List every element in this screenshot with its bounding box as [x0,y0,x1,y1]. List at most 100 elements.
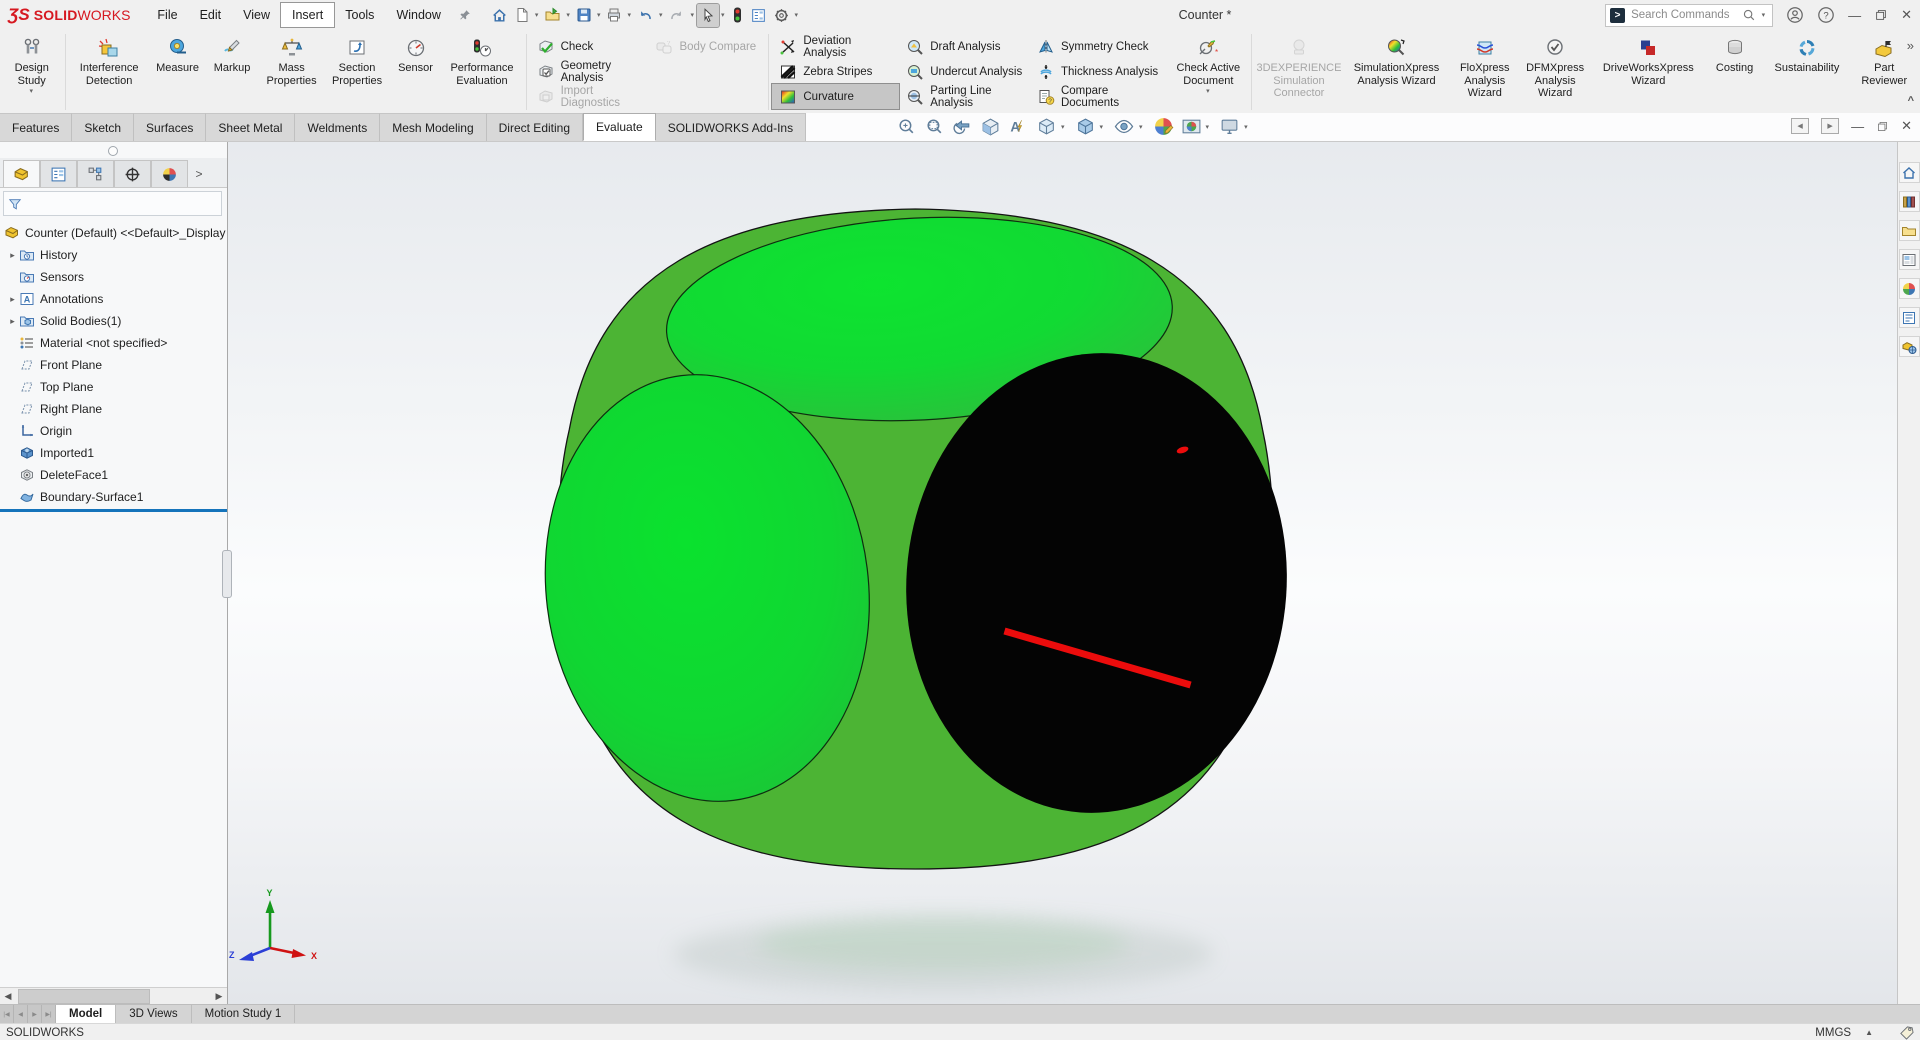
tab-direct-editing[interactable]: Direct Editing [487,113,583,141]
geometry-analysis-button[interactable]: Geometry Analysis [530,59,649,84]
menu-file[interactable]: File [146,3,188,27]
scrollbar-thumb[interactable] [18,989,150,1004]
interference-detection-button[interactable]: Interference Detection [69,31,148,113]
search-commands-box[interactable]: > ▾ [1605,4,1773,27]
panel-collapse-handle[interactable] [108,146,118,156]
save-button[interactable] [573,4,595,26]
tag-icon[interactable] [1899,1025,1914,1040]
search-input[interactable] [1629,8,1737,22]
minimize-button[interactable]: — [1848,8,1861,23]
tree-item-history[interactable]: ▸ History [0,244,227,266]
pin-menu-icon[interactable] [458,8,472,22]
menu-insert[interactable]: Insert [281,3,334,27]
tree-root[interactable]: Counter (Default) <<Default>_Display [0,222,227,244]
hide-show-items-icon[interactable]: ▾ [1113,116,1146,137]
tab-sketch[interactable]: Sketch [72,113,134,141]
compare-documents-button[interactable]: ? Compare Documents [1030,84,1169,109]
tab-propertymanager[interactable] [40,160,77,187]
expand-arrow-icon[interactable]: ▸ [6,316,19,327]
curvature-button[interactable]: Curvature [772,84,899,109]
display-settings-button[interactable] [747,4,770,27]
expand-arrow-icon[interactable]: ▸ [6,294,19,305]
deviation-analysis-button[interactable]: Deviation Analysis [772,34,899,59]
view-palette-icon[interactable] [1899,249,1920,270]
custom-properties-icon[interactable] [1899,307,1920,328]
graphics-area[interactable]: Y X Z [228,142,1897,1004]
check-active-document-button[interactable]: * Check Active Document ▾ [1170,31,1247,113]
tab-sheet-metal[interactable]: Sheet Metal [206,113,295,141]
apply-scene-dropdown[interactable]: ▾ [1206,123,1210,131]
previous-view-icon[interactable] [952,116,973,137]
performance-evaluation-button[interactable]: Performance Evaluation [442,31,521,113]
check-button[interactable]: Check [530,34,649,59]
tree-item-front-plane[interactable]: Front Plane [0,354,227,376]
expand-arrow-icon[interactable]: ▸ [6,250,19,261]
redo-button[interactable] [665,4,688,26]
tab-motion-study-1[interactable]: Motion Study 1 [192,1005,296,1023]
menu-view[interactable]: View [232,3,281,27]
last-tab-button[interactable]: ▶| [42,1005,56,1023]
tree-item-right-plane[interactable]: Right Plane [0,398,227,420]
close-button[interactable]: ✕ [1901,7,1912,23]
zebra-stripes-button[interactable]: Zebra Stripes [772,59,899,84]
scroll-right-arrow[interactable]: ▶ [211,991,227,1002]
floxpress-wizard-button[interactable]: FloXpress Analysis Wizard [1451,31,1518,113]
parting-line-analysis-button[interactable]: Parting Line Analysis [899,84,1030,109]
tab-evaluate[interactable]: Evaluate [583,113,656,141]
tree-item-top-plane[interactable]: Top Plane [0,376,227,398]
undo-button[interactable] [634,4,657,26]
ribbon-collapse-button[interactable]: ^ [1908,95,1914,107]
tree-item-annotations[interactable]: ▸ A Annotations [0,288,227,310]
view-settings-dropdown[interactable]: ▾ [1244,123,1248,131]
appearances-scenes-icon[interactable] [1899,278,1920,299]
design-library-icon[interactable] [1899,191,1920,212]
tree-item-deleteface1[interactable]: DeleteFace1 [0,464,227,486]
tree-filter[interactable] [3,191,222,216]
panel-tabs-expand-button[interactable]: > [188,160,210,187]
display-style-icon[interactable]: ▾ [1075,116,1107,137]
tab-surfaces[interactable]: Surfaces [134,113,206,141]
file-explorer-icon[interactable] [1899,220,1920,241]
help-icon[interactable]: ? [1817,6,1835,24]
check-active-document-dropdown[interactable]: ▾ [1206,87,1210,95]
view-orientation-dropdown[interactable]: ▾ [1061,123,1065,131]
tree-item-origin[interactable]: Origin [0,420,227,442]
tab-solidworks-add-ins[interactable]: SOLIDWORKS Add-Ins [656,113,806,141]
measure-button[interactable]: Measure [151,31,205,113]
ribbon-overflow-button[interactable]: » [1907,38,1914,53]
print-button[interactable] [603,4,625,26]
open-dropdown[interactable]: ▾ [566,11,570,19]
taskpane-home-icon[interactable] [1899,162,1920,183]
symmetry-check-button[interactable]: Symmetry Check [1030,34,1169,59]
apply-scene-icon[interactable]: ▾ [1181,116,1213,137]
tab-weldments[interactable]: Weldments [295,113,380,141]
save-dropdown[interactable]: ▾ [597,11,601,19]
mass-properties-button[interactable]: Mass Properties [260,31,323,113]
undercut-analysis-button[interactable]: Undercut Analysis [899,59,1030,84]
driveworksxpress-wizard-button[interactable]: DriveWorksXpress Wizard [1592,31,1705,113]
units-selector[interactable]: MMGS ▲ [1815,1027,1873,1039]
tab-3d-views[interactable]: 3D Views [116,1005,191,1023]
tab-dimxpertmanager[interactable] [114,160,151,187]
tab-featuremanager-tree[interactable] [3,160,40,187]
next-tab-button[interactable]: ▶ [28,1005,42,1023]
tree-item-solid-bodies[interactable]: ▸ Solid Bodies(1) [0,310,227,332]
menu-edit[interactable]: Edit [189,3,233,27]
simulationxpress-wizard-button[interactable]: SimulationXpress Analysis Wizard [1344,31,1449,113]
costing-button[interactable]: Costing [1707,31,1763,113]
rebuild-button[interactable] [728,3,747,27]
model-counter-dice[interactable]: Y X Z [228,142,1897,1004]
options-gear-button[interactable] [770,4,793,27]
view-orientation-icon[interactable]: ▾ [1036,116,1068,137]
tab-configurationmanager[interactable] [77,160,114,187]
units-dropdown-arrow[interactable]: ▲ [1865,1028,1873,1037]
solidworks-resources-icon[interactable] [1899,336,1920,357]
redo-dropdown[interactable]: ▾ [690,11,694,19]
thickness-analysis-button[interactable]: Thickness Analysis [1030,59,1169,84]
search-dropdown[interactable]: ▾ [1762,11,1766,19]
new-document-dropdown[interactable]: ▾ [535,11,539,19]
sustainability-button[interactable]: Sustainability [1764,31,1849,113]
tab-displaymanager[interactable] [151,160,188,187]
tree-item-material[interactable]: Material <not specified> [0,332,227,354]
account-icon[interactable] [1786,6,1804,24]
